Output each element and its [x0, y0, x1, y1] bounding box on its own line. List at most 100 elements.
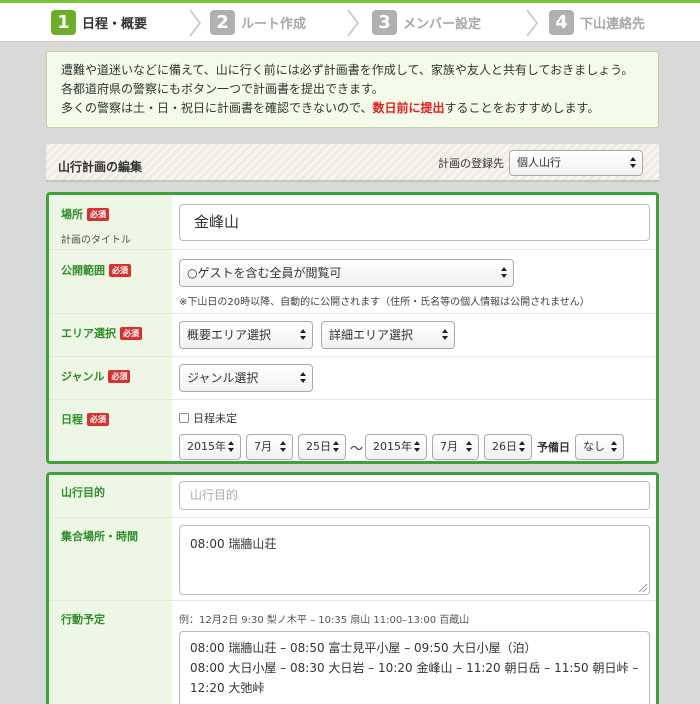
- step-label: ルート作成: [241, 17, 307, 32]
- place-input[interactable]: 金峰山: [179, 204, 650, 241]
- chevron-right-icon: [524, 8, 540, 38]
- required-badge: 必須: [87, 208, 109, 221]
- select-arrows-icon: [630, 157, 637, 169]
- notice-line-1: 遭難や道迷いなどに備えて、山に行く前には必ず計画書を作成して、家族や友人と共有し…: [61, 63, 634, 77]
- area-label: エリア選択: [61, 327, 116, 340]
- reserve-day-label: 予備日: [537, 441, 570, 454]
- start-day-select[interactable]: 25日: [298, 434, 346, 460]
- form-panel-details: 山行目的 山行目的 集合場所・時間 08:00 瑞牆山荘 行動予定 例：12月2…: [46, 472, 659, 704]
- select-arrows-icon: [611, 441, 618, 453]
- select-arrows-icon: [414, 441, 421, 453]
- required-badge: 必須: [108, 370, 131, 383]
- start-month-value: 7月: [254, 440, 272, 453]
- step-label: メンバー設定: [403, 17, 482, 32]
- step-number: 4: [549, 10, 574, 35]
- overview-area-value: 概要エリア選択: [187, 328, 272, 342]
- registration-label: 計画の登録先: [438, 157, 504, 170]
- start-year-select[interactable]: 2015年: [179, 434, 241, 460]
- field-label-cell: 日程 必須: [49, 400, 172, 461]
- section-header: 山行計画の編集 計画の登録先 個人山行: [46, 144, 659, 182]
- select-arrows-icon: [501, 267, 508, 279]
- schedule-label: 日程: [61, 413, 83, 426]
- plan-line-1: 08:00 瑞牆山荘 – 08:50 富士見平小屋 – 09:50 大日小屋（泊…: [190, 641, 537, 655]
- registration-select[interactable]: 個人山行: [509, 150, 643, 176]
- select-arrows-icon: [466, 441, 473, 453]
- field-label: 日程 必須: [61, 411, 109, 427]
- step-label: 下山連絡先: [580, 17, 646, 32]
- plan-textarea[interactable]: 08:00 瑞牆山荘 – 08:50 富士見平小屋 – 09:50 大日小屋（泊…: [179, 631, 650, 704]
- visibility-value: ○ゲストを含む全員が閲覧可: [187, 266, 342, 280]
- section-title: 山行計画の編集: [58, 160, 143, 174]
- step-3[interactable]: 3 メンバー設定: [372, 3, 481, 42]
- detail-area-value: 詳細エリア選択: [329, 328, 414, 342]
- step-1[interactable]: 1 日程・概要: [51, 3, 147, 42]
- end-month-value: 7月: [440, 440, 458, 453]
- notice-line-3: 多くの警察は土・日・祝日に計画書を確認できないので、数日前に提出することをおすす…: [61, 99, 658, 118]
- registration-value: 個人山行: [517, 156, 561, 169]
- notice-text: することをおすすめします。: [444, 101, 600, 115]
- step-number: 2: [210, 10, 235, 35]
- info-notice: 遭難や道迷いなどに備えて、山に行く前には必ず計画書を作成して、家族や友人と共有し…: [46, 51, 659, 128]
- field-label: ジャンル 必須: [61, 368, 131, 384]
- step-label: 日程・概要: [82, 17, 148, 32]
- row-genre: ジャンル 必須 ジャンル選択: [49, 357, 656, 400]
- reserve-day-value: なし: [583, 440, 605, 453]
- overview-area-select[interactable]: 概要エリア選択: [179, 321, 313, 349]
- detail-area-select[interactable]: 詳細エリア選択: [321, 321, 455, 349]
- select-arrows-icon: [280, 441, 287, 453]
- plan-example: 例：12月2日 9:30 梨ノ木平 – 10:35 扇山 11:00–13:00…: [179, 615, 470, 626]
- purpose-label: 山行目的: [61, 486, 105, 499]
- undecided-label: 日程未定: [193, 412, 237, 425]
- reserve-day-select[interactable]: なし: [575, 434, 624, 460]
- end-year-select[interactable]: 2015年: [365, 434, 427, 460]
- step-4[interactable]: 4 下山連絡先: [549, 3, 645, 42]
- start-day-value: 25日: [306, 440, 331, 453]
- visibility-select[interactable]: ○ゲストを含む全員が閲覧可: [179, 259, 514, 287]
- plan-line-3: 12:20 大弛峠: [190, 681, 265, 695]
- select-arrows-icon: [333, 441, 340, 453]
- row-place: 場所 必須 計画のタイトル 金峰山: [49, 195, 656, 250]
- chevron-right-icon: [187, 8, 203, 38]
- end-day-select[interactable]: 26日: [484, 434, 532, 460]
- row-purpose: 山行目的 山行目的: [49, 475, 656, 518]
- notice-highlight: 数日前に提出: [372, 101, 445, 115]
- purpose-input[interactable]: 山行目的: [179, 481, 650, 510]
- end-month-select[interactable]: 7月: [432, 434, 479, 460]
- visibility-label: 公開範囲: [61, 264, 105, 277]
- meeting-textarea[interactable]: 08:00 瑞牆山荘: [179, 525, 650, 595]
- row-meeting: 集合場所・時間 08:00 瑞牆山荘: [49, 518, 656, 601]
- genre-value: ジャンル選択: [187, 371, 259, 385]
- visibility-note: ※下山日の20時以降、自動的に公開されます（住所・氏名等の個人情報は公開されませ…: [179, 297, 590, 308]
- genre-select[interactable]: ジャンル選択: [179, 364, 313, 392]
- row-plan: 行動予定 例：12月2日 9:30 梨ノ木平 – 10:35 扇山 11:00–…: [49, 601, 656, 704]
- undecided-checkbox[interactable]: [179, 413, 189, 423]
- select-arrows-icon: [300, 372, 307, 384]
- start-month-select[interactable]: 7月: [246, 434, 293, 460]
- resize-handle-icon[interactable]: [639, 584, 647, 592]
- notice-text: 多くの警察は土・日・祝日に計画書を確認できないので、: [61, 101, 373, 115]
- select-arrows-icon: [300, 329, 307, 341]
- place-label: 場所: [61, 208, 83, 221]
- field-label-cell: 場所 必須 計画のタイトル: [49, 195, 172, 249]
- meeting-label: 集合場所・時間: [61, 530, 138, 543]
- notice-line-2: 各都道府県の警察にもボタン一つで計画書を提出できます。: [61, 82, 384, 96]
- required-badge: 必須: [120, 327, 142, 340]
- field-label-cell: 集合場所・時間: [49, 518, 172, 600]
- required-badge: 必須: [87, 413, 109, 426]
- chevron-right-icon: [345, 8, 361, 38]
- genre-label: ジャンル: [61, 370, 105, 383]
- field-label-cell: 公開範囲 必須: [49, 250, 172, 313]
- row-schedule: 日程必須 日程未定 2015年 7月 25日 〜 2015年 7月 26日 予: [49, 400, 656, 461]
- field-label: 公開範囲 必須: [61, 262, 131, 278]
- form-panel-basic: 場所 必須 計画のタイトル 金峰山 公開範囲 必須 ○ゲストを含む全員が閲覧可 ※下…: [46, 192, 659, 464]
- field-label-cell: ジャンル 必須: [49, 357, 172, 399]
- step-navigation: 1 日程・概要 2 ルート作成 3 メンバー設定 4 下山連絡先: [0, 0, 700, 42]
- row-area: エリア選択 必須 概要エリア選択 詳細エリア選択: [49, 314, 656, 357]
- meeting-value: 08:00 瑞牆山荘: [190, 537, 277, 551]
- field-label: 場所 必須: [61, 206, 109, 222]
- step-2[interactable]: 2 ルート作成: [210, 3, 306, 42]
- field-label: エリア選択 必須: [61, 325, 142, 341]
- plan-line-2: 08:00 大日小屋 – 08:30 大日岩 – 10:20 金峰山 – 11:…: [190, 661, 639, 675]
- field-label-cell: 山行目的: [49, 475, 172, 517]
- step-number: 1: [51, 10, 76, 35]
